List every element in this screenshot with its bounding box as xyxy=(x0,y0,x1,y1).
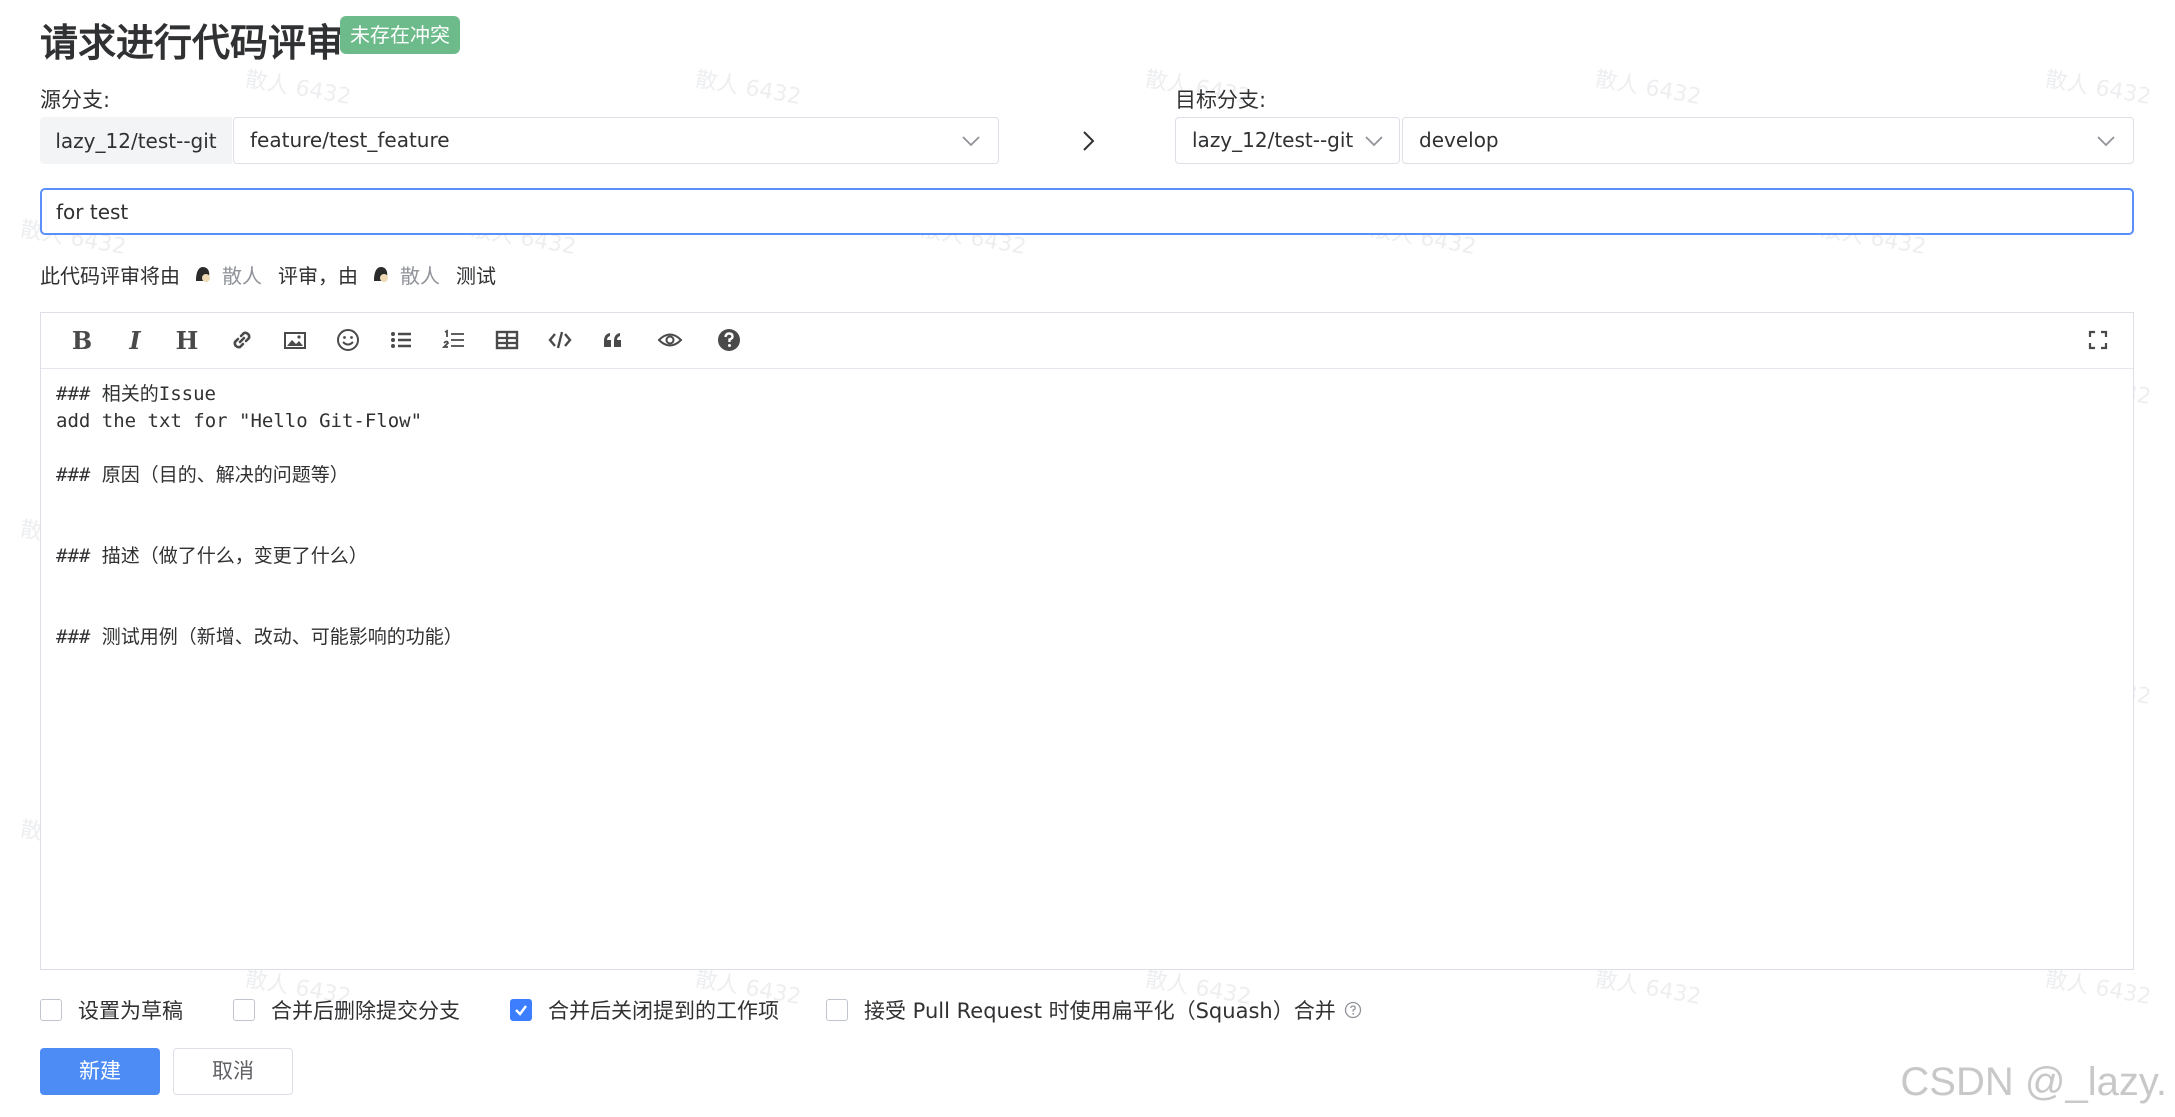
target-repo-select[interactable]: lazy_12/test--git xyxy=(1175,117,1400,164)
emoji-icon[interactable] xyxy=(333,325,363,355)
reviewer-suffix: 测试 xyxy=(456,263,496,288)
code-icon[interactable] xyxy=(545,325,575,355)
editor-line: ### 相关的Issue xyxy=(56,383,216,405)
table-icon[interactable] xyxy=(492,325,522,355)
squash-option[interactable]: 接受 Pull Request 时使用扁平化（Squash）合并 xyxy=(826,994,1362,1026)
target-branch-value: develop xyxy=(1419,128,1499,152)
source-branch-value: feature/test_feature xyxy=(250,128,450,152)
avatar-icon xyxy=(371,264,391,284)
editor-line: add the txt for "Hello Git-Flow" xyxy=(56,410,423,432)
squash-checkbox[interactable] xyxy=(826,999,848,1021)
chevron-right-icon xyxy=(1083,131,1095,151)
draft-label: 设置为草稿 xyxy=(78,999,183,1023)
preview-icon[interactable] xyxy=(655,325,685,355)
link-icon[interactable] xyxy=(227,325,257,355)
reviewer-middle: 评审，由 xyxy=(278,263,358,288)
help-icon[interactable] xyxy=(714,325,744,355)
question-circle-icon[interactable] xyxy=(1344,1001,1362,1019)
source-repo: lazy_12/test--git xyxy=(40,117,232,164)
create-button[interactable]: 新建 xyxy=(40,1048,160,1095)
bullet-list-icon[interactable] xyxy=(386,325,416,355)
chevron-down-icon xyxy=(962,136,980,147)
draft-checkbox[interactable] xyxy=(40,999,62,1021)
tester-user[interactable]: 散人 xyxy=(400,260,440,289)
editor-toolbar: B I H xyxy=(41,313,2133,369)
close-items-option[interactable]: 合并后关闭提到的工作项 xyxy=(510,994,779,1026)
chevron-down-icon xyxy=(1365,136,1383,147)
cancel-button[interactable]: 取消 xyxy=(173,1048,293,1095)
editor-line: ### 测试用例（新增、改动、可能影响的功能） xyxy=(56,626,463,648)
chevron-down-icon xyxy=(2097,136,2115,147)
conflict-status-badge: 未存在冲突 xyxy=(340,16,460,54)
check-icon xyxy=(515,1005,527,1016)
reviewer-prefix: 此代码评审将由 xyxy=(40,263,180,288)
watermark-text: 散人 6432 xyxy=(693,66,803,111)
bold-icon[interactable]: B xyxy=(67,325,97,355)
source-branch-select[interactable]: feature/test_feature xyxy=(233,117,999,164)
watermark-text: 散人 6432 xyxy=(243,66,353,111)
editor-line: ### 描述（做了什么，变更了什么） xyxy=(56,545,368,567)
draft-option[interactable]: 设置为草稿 xyxy=(40,994,183,1026)
page: 散人 6432 散人 6432 散人 6432 散人 6432 散人 6432 散人 64… xyxy=(0,0,2175,1117)
quote-icon[interactable] xyxy=(598,325,628,355)
reviewer-user[interactable]: 散人 xyxy=(222,260,262,289)
reviewer-line: 此代码评审将由 散人 评审，由 散人 测试 xyxy=(40,258,496,290)
ordered-list-icon[interactable] xyxy=(439,325,469,355)
markdown-editor: B I H ### 相关的Issue add the txt for "Hell… xyxy=(40,312,2134,970)
target-branch-select[interactable]: develop xyxy=(1402,117,2134,164)
avatar-icon xyxy=(193,264,213,284)
target-repo-value: lazy_12/test--git xyxy=(1192,128,1354,152)
image-icon[interactable] xyxy=(280,325,310,355)
italic-icon[interactable]: I xyxy=(120,325,150,355)
editor-line: ### 原因（目的、解决的问题等） xyxy=(56,464,349,486)
close-items-label: 合并后关闭提到的工作项 xyxy=(548,999,779,1023)
watermark-text: 散人 6432 xyxy=(1593,66,1703,111)
watermark-text: 散人 6432 xyxy=(2043,66,2153,111)
target-branch-label: 目标分支: xyxy=(1175,88,1267,112)
delete-branch-option[interactable]: 合并后删除提交分支 xyxy=(233,994,460,1026)
pr-title-input[interactable] xyxy=(40,188,2134,235)
csdn-watermark: CSDN @_lazy. xyxy=(1900,1060,2167,1104)
heading-icon[interactable]: H xyxy=(172,325,202,355)
squash-label: 接受 Pull Request 时使用扁平化（Squash）合并 xyxy=(864,999,1336,1023)
editor-content[interactable]: ### 相关的Issue add the txt for "Hello Git-F… xyxy=(56,381,2118,651)
page-title: 请求进行代码评审 xyxy=(40,21,345,65)
delete-branch-label: 合并后删除提交分支 xyxy=(271,999,460,1023)
close-items-checkbox[interactable] xyxy=(510,999,532,1021)
fullscreen-icon[interactable] xyxy=(2083,325,2113,355)
delete-branch-checkbox[interactable] xyxy=(233,999,255,1021)
source-branch-label: 源分支: xyxy=(40,88,111,112)
